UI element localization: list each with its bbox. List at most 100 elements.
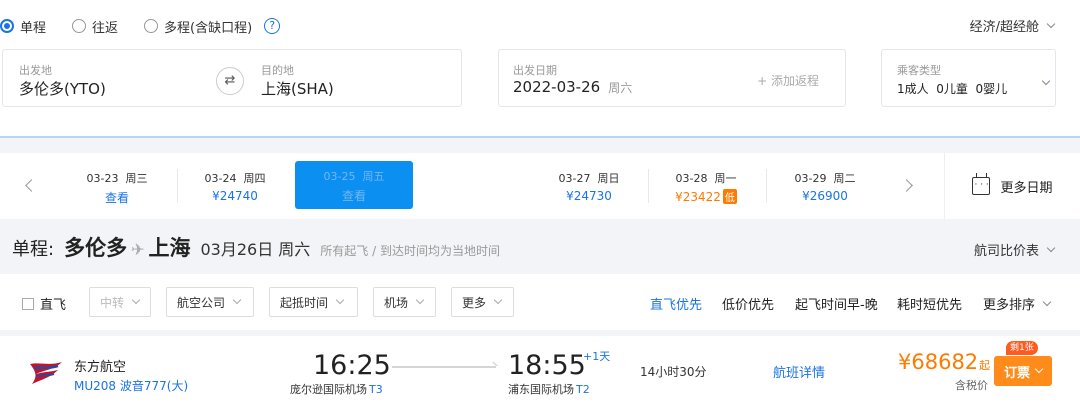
date-cell-price-value: ¥23422 <box>675 190 721 204</box>
filter-bar: 直飞 中转 航空公司 起抵时间 机场 更多 直飞优先 低价优先 起飞时间早-晚 … <box>0 274 1080 330</box>
date-cell[interactable]: 03-23 周三 查看 <box>58 163 176 209</box>
date-cell[interactable]: 03-28 周一 ¥23422 低 <box>647 163 765 209</box>
date-cell-price: ¥24740 <box>212 189 258 203</box>
airline-name: 东方航空 <box>74 360 127 375</box>
trip-roundtrip-radio[interactable]: 往返 <box>72 17 118 36</box>
flight-number[interactable]: MU208 波音777(大) <box>74 377 188 394</box>
more-filter-label: 更多 <box>462 295 487 310</box>
flight-duration: 14小时30分 <box>640 365 707 379</box>
date-cell-price: 查看 <box>341 189 366 203</box>
passenger-value: 1成人 0儿童 0婴儿 <box>897 82 1008 96</box>
flight-price: ¥68682起 <box>898 350 990 374</box>
date-cell-price: 查看 <box>104 191 129 205</box>
chevron-down-icon <box>1041 76 1051 86</box>
date-cell[interactable]: 03-27 周日 ¥24730 <box>530 163 648 209</box>
date-cell-date: 03-25 周五 <box>323 170 385 183</box>
tax-note: 含税价 <box>955 379 988 392</box>
date-label: 出发日期 <box>513 64 557 77</box>
trip-multi-radio[interactable]: 多程(含缺口程) <box>144 17 252 36</box>
next-dates-icon[interactable] <box>896 173 922 199</box>
chevron-down-icon <box>415 295 425 305</box>
book-button[interactable]: 订票 <box>994 356 1052 386</box>
route-to: 上海 <box>148 236 191 260</box>
trip-roundtrip-label: 往返 <box>92 20 119 36</box>
to-field[interactable]: 上海(SHA) <box>261 78 334 99</box>
radio-icon <box>72 19 87 33</box>
seats-remaining-badge: 剩1张 <box>1006 341 1038 355</box>
calendar-icon <box>972 173 991 195</box>
direct-checkbox[interactable]: 直飞 <box>22 294 66 313</box>
date-cell-date: 03-29 周二 <box>794 172 856 185</box>
sort-departure-time[interactable]: 起飞时间早-晚 <box>795 294 878 313</box>
date-cell[interactable]: 03-24 周四 ¥24740 <box>176 163 294 209</box>
flight-search-page: 单程 往返 多程(含缺口程) ? 经济/超经舱 出发地 多伦多(YTO) 目的地… <box>0 0 1080 416</box>
arrival-terminal: T2 <box>576 383 590 396</box>
radio-icon <box>144 19 159 33</box>
flight-details-link[interactable]: 航班详情 <box>773 362 825 381</box>
transfer-select-label: 中转 <box>100 295 125 310</box>
flight-track-line <box>392 364 496 370</box>
local-time-note: 所有起飞 / 到达时间均为当地时间 <box>320 244 500 258</box>
date-field[interactable]: 2022-03-26 周六 <box>513 78 632 96</box>
sort-shortest-duration[interactable]: 耗时短优先 <box>897 294 962 313</box>
route-date: 03月26日 周六 <box>200 240 311 259</box>
direct-label: 直飞 <box>40 298 67 313</box>
date-cell-date: 03-24 周四 <box>204 172 266 185</box>
sort-low-price[interactable]: 低价优先 <box>722 294 774 313</box>
to-label: 目的地 <box>261 64 294 77</box>
date-cell-date: 03-27 周日 <box>558 172 620 185</box>
more-sort-select[interactable]: 更多排序 <box>983 294 1052 313</box>
from-field[interactable]: 多伦多(YTO) <box>19 78 106 99</box>
time-select[interactable]: 起抵时间 <box>269 287 358 317</box>
chevron-down-icon <box>131 295 141 305</box>
arrival-airport: 浦东国际机场 T2 <box>508 381 590 397</box>
more-dates-label: 更多日期 <box>1000 180 1053 196</box>
date-strip: 03-23 周三 查看 03-24 周四 ¥24740 03-25 周五 查看 … <box>0 153 1080 219</box>
chevron-down-icon <box>1042 297 1052 306</box>
date-cell-price: ¥24730 <box>566 189 612 203</box>
time-select-label: 起抵时间 <box>280 295 329 310</box>
from-label: 出发地 <box>19 64 52 77</box>
china-eastern-logo-icon <box>30 362 62 384</box>
airline-compare-label: 航司比价表 <box>973 244 1039 259</box>
date-cell-price: ¥23422 低 <box>647 189 765 204</box>
prev-dates-icon[interactable] <box>18 173 44 199</box>
book-label: 订票 <box>1003 365 1030 381</box>
low-price-badge: 低 <box>722 189 737 204</box>
flight-row[interactable]: 东方航空 MU208 波音777(大) 16:25 18:55 +1天 庞尔逊国… <box>0 336 1080 416</box>
trip-oneway-radio[interactable]: 单程 <box>0 17 46 36</box>
airport-select[interactable]: 机场 <box>373 287 436 317</box>
price-value: ¥68682 <box>898 350 979 374</box>
departure-terminal: T3 <box>369 383 383 396</box>
more-filter-select[interactable]: 更多 <box>451 287 514 317</box>
cabin-select[interactable]: 经济/超经舱 <box>970 16 1056 35</box>
date-weekday: 周六 <box>608 81 633 95</box>
trip-multi-label: 多程(含缺口程) <box>164 20 253 36</box>
chevron-down-icon <box>1046 19 1056 28</box>
passenger-box[interactable]: 乘客类型 1成人 0儿童 0婴儿 <box>881 49 1056 107</box>
date-cell[interactable]: 03-29 周二 ¥26900 <box>766 163 884 209</box>
airline-compare-button[interactable]: 航司比价表 <box>973 240 1056 259</box>
date-cell-date: 03-28 周一 <box>675 172 737 185</box>
departure-time: 16:25 <box>313 350 391 381</box>
date-box: 出发日期 2022-03-26 周六 + 添加返程 <box>498 49 846 107</box>
add-return-button[interactable]: + 添加返程 <box>757 72 819 89</box>
date-value: 2022-03-26 <box>513 78 601 96</box>
chevron-down-icon <box>1034 364 1044 374</box>
more-dates-button[interactable]: 更多日期 <box>944 153 1080 219</box>
help-icon[interactable]: ? <box>264 18 281 34</box>
passenger-label: 乘客类型 <box>897 64 941 77</box>
swap-icon[interactable]: ⇄ <box>216 67 244 95</box>
chevron-down-icon <box>493 295 503 305</box>
plus-day-badge: +1天 <box>583 350 611 363</box>
transfer-select[interactable]: 中转 <box>89 287 151 317</box>
sort-direct-first[interactable]: 直飞优先 <box>650 294 702 313</box>
trip-type-group: 单程 往返 多程(含缺口程) ? <box>0 16 281 36</box>
date-cell-selected[interactable]: 03-25 周五 查看 <box>295 161 413 209</box>
route-from: 多伦多 <box>64 236 128 260</box>
departure-airport: 庞尔逊国际机场 T3 <box>290 381 383 397</box>
chevron-down-icon <box>232 295 242 305</box>
radio-icon <box>0 19 14 33</box>
airline-select[interactable]: 航空公司 <box>166 287 254 317</box>
route-title: 单程: 多伦多 ✈ 上海 03月26日 周六 所有起飞 / 到达时间均为当地时间 <box>12 232 500 262</box>
